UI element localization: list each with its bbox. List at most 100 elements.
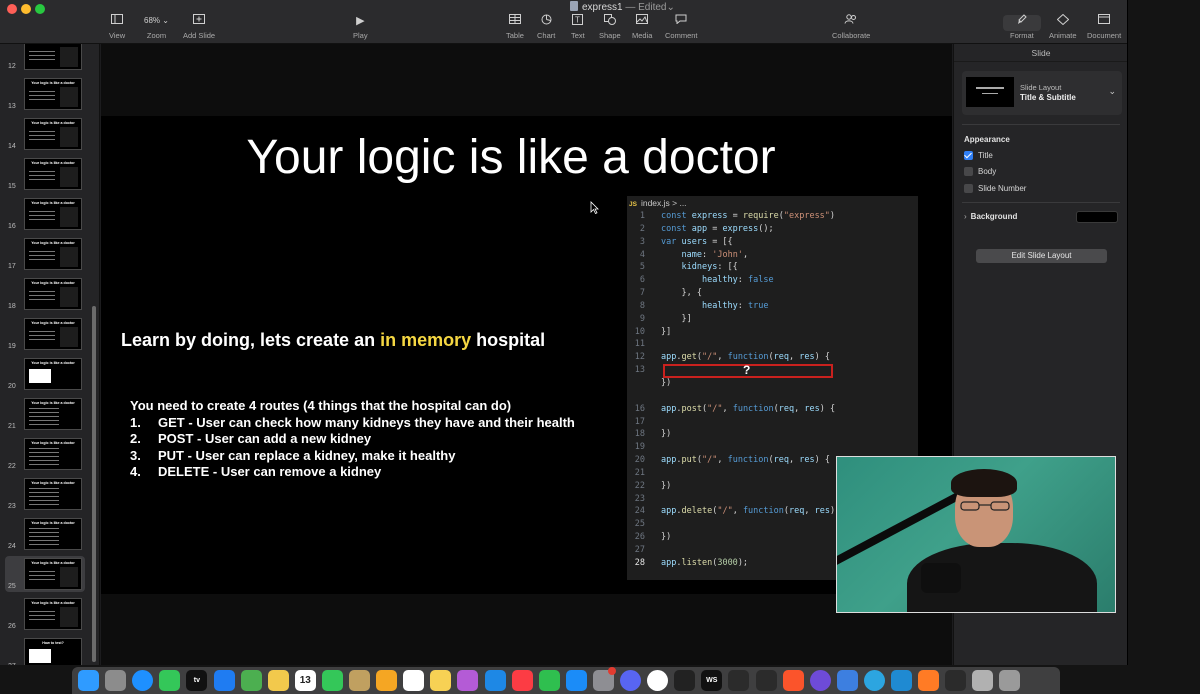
edit-slide-layout-button[interactable]: Edit Slide Layout	[976, 249, 1107, 263]
vscode-icon[interactable]	[891, 670, 912, 691]
contacts-icon[interactable]	[349, 670, 370, 691]
keynote-icon[interactable]	[376, 670, 398, 691]
fullscreen-window-button[interactable]	[35, 4, 45, 14]
line-number: 19	[634, 442, 645, 453]
glasses-icon	[960, 501, 1010, 511]
telegram-icon[interactable]	[863, 670, 885, 691]
appstore-icon[interactable]	[565, 670, 587, 691]
code-text: kidneys: [{	[681, 262, 738, 273]
brave-icon[interactable]	[782, 670, 804, 691]
body-checkbox[interactable]: Body	[964, 167, 996, 176]
view-button[interactable]: View	[109, 14, 125, 40]
slide-thumbnail-23[interactable]: 23 Your logic is like a doctor	[0, 476, 99, 512]
edited-status[interactable]: Edited	[638, 2, 666, 13]
checkbox-icon[interactable]	[964, 184, 973, 193]
slide-preview-title: Your logic is like a doctor	[31, 521, 75, 525]
slide-preview: How to test?	[24, 638, 82, 665]
slide-thumbnail-14[interactable]: 14 Your logic is like a doctor	[0, 116, 99, 152]
document-button[interactable]: Document	[1087, 14, 1121, 40]
routes-list[interactable]: You need to create 4 routes (4 things th…	[130, 398, 575, 481]
music-icon[interactable]	[511, 670, 533, 691]
chart-button[interactable]: Chart	[537, 14, 555, 40]
slide-thumbnail-25[interactable]: 25 Your logic is like a doctor	[5, 556, 85, 592]
slide-thumbnail-20[interactable]: 20 Your logic is like a doctor	[0, 356, 99, 392]
gallery-icon[interactable]	[972, 670, 994, 691]
list-item: 3. PUT - User can replace a kidney, make …	[130, 447, 456, 463]
slide-thumbnail-21[interactable]: 21 Your logic is like a doctor	[0, 396, 99, 432]
collaborate-button[interactable]: Collaborate	[832, 14, 870, 40]
slide-thumbnail-18[interactable]: 18 Your logic is like a doctor	[0, 276, 99, 312]
code-line: 7 }, {	[627, 287, 918, 300]
slide-preview: Your logic is like a doctor	[24, 198, 82, 230]
terminal-icon[interactable]	[728, 670, 750, 691]
keynote3-icon[interactable]	[918, 670, 940, 691]
slide-thumbnail-26[interactable]: 26 Your logic is like a doctor	[0, 596, 99, 632]
reminders-icon[interactable]	[403, 670, 425, 691]
github-icon[interactable]	[674, 670, 696, 691]
line-number: 6	[639, 275, 645, 286]
preview-text-line	[29, 611, 55, 612]
mail-icon[interactable]	[213, 670, 235, 691]
slide-thumbnail-22[interactable]: 22 Your logic is like a doctor	[0, 436, 99, 472]
slide-thumbnail-15[interactable]: 15 Your logic is like a doctor	[0, 156, 99, 192]
play-icon: ▶	[356, 15, 365, 27]
preview-icon[interactable]	[836, 670, 858, 691]
maps-icon[interactable]	[240, 670, 262, 691]
facetime-icon[interactable]	[321, 670, 343, 691]
slide-thumbnail-17[interactable]: 17 Your logic is like a doctor	[0, 236, 99, 272]
slide-title[interactable]: Your logic is like a doctor	[101, 130, 921, 185]
zoom-menu[interactable]: 68% ⌄ Zoom	[144, 14, 169, 40]
chevron-down-icon[interactable]: ⌄	[667, 2, 675, 13]
arc-icon[interactable]	[809, 670, 831, 691]
preview-code-block	[60, 607, 78, 627]
calendar-icon[interactable]: 13	[294, 670, 316, 691]
background-disclosure[interactable]: › Background	[964, 212, 1017, 221]
table-button[interactable]: Table	[506, 14, 524, 40]
webstorm-icon[interactable]: WS	[701, 670, 723, 691]
slide-thumbnail-27[interactable]: 27 How to test?	[0, 636, 99, 665]
discord-icon[interactable]	[620, 670, 641, 691]
preview-text-line	[29, 135, 55, 136]
slide-thumbnail-24[interactable]: 24 Your logic is like a doctor	[0, 516, 99, 552]
list-item: 2. POST - User can add a new kidney	[130, 431, 372, 446]
close-window-button[interactable]	[7, 4, 17, 14]
launchpad-icon[interactable]	[105, 670, 127, 691]
shape-button[interactable]: Shape	[599, 14, 621, 40]
code-line: 6 healthy: false	[627, 274, 918, 287]
slide-thumbnail-13[interactable]: 13 Your logic is like a doctor	[0, 76, 99, 112]
minimize-window-button[interactable]	[21, 4, 31, 14]
notes-icon[interactable]	[430, 670, 452, 691]
comment-button[interactable]: Comment	[665, 14, 698, 40]
tv-icon[interactable]: tv	[186, 670, 208, 691]
numbers-icon[interactable]	[538, 670, 560, 691]
finder-icon[interactable]	[78, 670, 99, 691]
podcasts-icon[interactable]	[457, 670, 479, 691]
media-button[interactable]: Media	[632, 14, 652, 40]
slide-thumbnail-12[interactable]: 12	[0, 44, 99, 72]
messages-icon[interactable]	[159, 670, 181, 691]
slide-subheading[interactable]: Learn by doing, lets create an in memory…	[121, 330, 545, 351]
preview-image	[29, 369, 51, 383]
trash-icon[interactable]	[999, 670, 1021, 691]
terminal2-icon[interactable]	[755, 670, 777, 691]
add-slide-button[interactable]: Add Slide	[183, 14, 215, 40]
animate-button[interactable]: Animate	[1049, 14, 1077, 40]
checkbox-checked-icon[interactable]	[964, 151, 973, 160]
current-slide[interactable]: Your logic is like a doctor Learn by doi…	[101, 116, 952, 594]
format-button[interactable]: Format	[1010, 14, 1034, 40]
photos-icon[interactable]	[267, 670, 289, 691]
slide-thumbnail-19[interactable]: 19 Your logic is like a doctor	[0, 316, 99, 352]
checkbox-icon[interactable]	[964, 167, 973, 176]
background-color-well[interactable]	[1076, 211, 1118, 223]
chrome-icon[interactable]	[647, 670, 669, 691]
slide-thumbnail-16[interactable]: 16 Your logic is like a doctor	[0, 196, 99, 232]
slide-layout-picker[interactable]: Slide Layout Title & Subtitle ⌄	[962, 71, 1122, 115]
safari-icon[interactable]	[132, 670, 154, 691]
title-checkbox[interactable]: Title	[964, 151, 993, 160]
slide-number-checkbox[interactable]: Slide Number	[964, 184, 1026, 193]
keynote2-icon[interactable]	[484, 670, 506, 691]
slide-canvas: Your logic is like a doctor Learn by doi…	[101, 44, 952, 665]
text-button[interactable]: T Text	[571, 14, 585, 40]
quicktime-icon[interactable]	[945, 670, 967, 691]
play-button[interactable]: ▶ Play	[353, 14, 368, 40]
